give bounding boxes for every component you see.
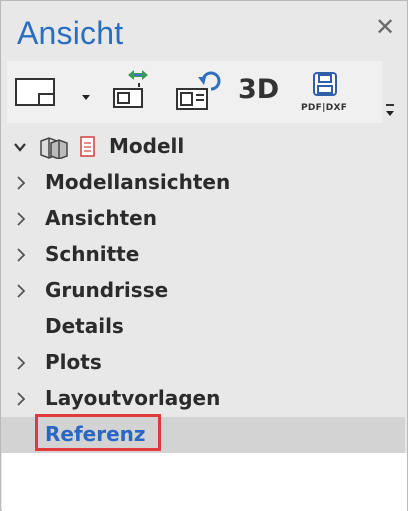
pdf-dxf-label: PDF|DXF [301, 103, 348, 113]
tree-item-label: Modellansichten [45, 170, 231, 194]
refresh-view-button[interactable] [171, 69, 221, 115]
tree-root-modell[interactable]: Modell [1, 129, 405, 165]
overflow-arrow-icon [386, 104, 394, 116]
chevron-right-icon[interactable] [15, 248, 27, 262]
tree-item-modellansichten[interactable]: Modellansichten [1, 165, 405, 201]
swap-view-icon [113, 70, 148, 108]
tree-item-ansichten[interactable]: Ansichten [1, 201, 405, 237]
model-boxes-icon [40, 137, 68, 159]
tree-item-grundrisse[interactable]: Grundrisse [1, 273, 405, 309]
chevron-right-icon[interactable] [15, 356, 27, 370]
document-icon [80, 136, 95, 157]
panel-title: Ansicht [17, 15, 124, 51]
chevron-right-icon[interactable] [15, 212, 27, 226]
view-frame-button[interactable] [13, 75, 61, 113]
tree-item-schnitte[interactable]: Schnitte [1, 237, 405, 273]
tree-item-label: Ansichten [45, 206, 157, 230]
tree-item-label: Grundrisse [45, 278, 169, 302]
toolbar: 3D PDF|DXF [7, 61, 382, 123]
tree-item-label: Details [45, 314, 124, 338]
swap-view-button[interactable] [108, 67, 152, 115]
chevron-right-icon[interactable] [15, 176, 27, 190]
selection-highlight [35, 414, 161, 451]
tree-empty-area [2, 453, 407, 511]
pdf-dxf-button[interactable]: PDF|DXF [297, 69, 357, 119]
chevron-right-icon[interactable] [15, 284, 27, 298]
tree-item-details[interactable]: Details [1, 309, 405, 345]
save-disk-icon [313, 72, 337, 96]
close-icon[interactable]: ✕ [374, 16, 396, 40]
view-panel: Ansicht ✕ 3D PDF|DXF Modell Modellansich… [0, 0, 408, 511]
refresh-view-icon [176, 71, 221, 110]
tree-item-label: Layoutvorlagen [45, 386, 221, 410]
tree-item-plots[interactable]: Plots [1, 345, 405, 381]
view-tree: Modell Modellansichten Ansichten Schnitt… [1, 129, 407, 453]
toolbar-overflow-button[interactable] [383, 99, 397, 121]
chevron-right-icon[interactable] [15, 392, 27, 406]
view-frame-icon [15, 78, 55, 106]
tree-root-label: Modell [109, 134, 185, 158]
chevron-down-icon[interactable] [13, 141, 27, 153]
tree-item-label: Schnitte [45, 242, 140, 266]
tree-item-layoutvorlagen[interactable]: Layoutvorlagen [1, 381, 405, 417]
dropdown-arrow-icon [82, 95, 90, 100]
tree-item-label: Plots [45, 350, 102, 374]
3d-button[interactable]: 3D [238, 75, 279, 105]
view-dropdown-button[interactable] [79, 89, 93, 100]
